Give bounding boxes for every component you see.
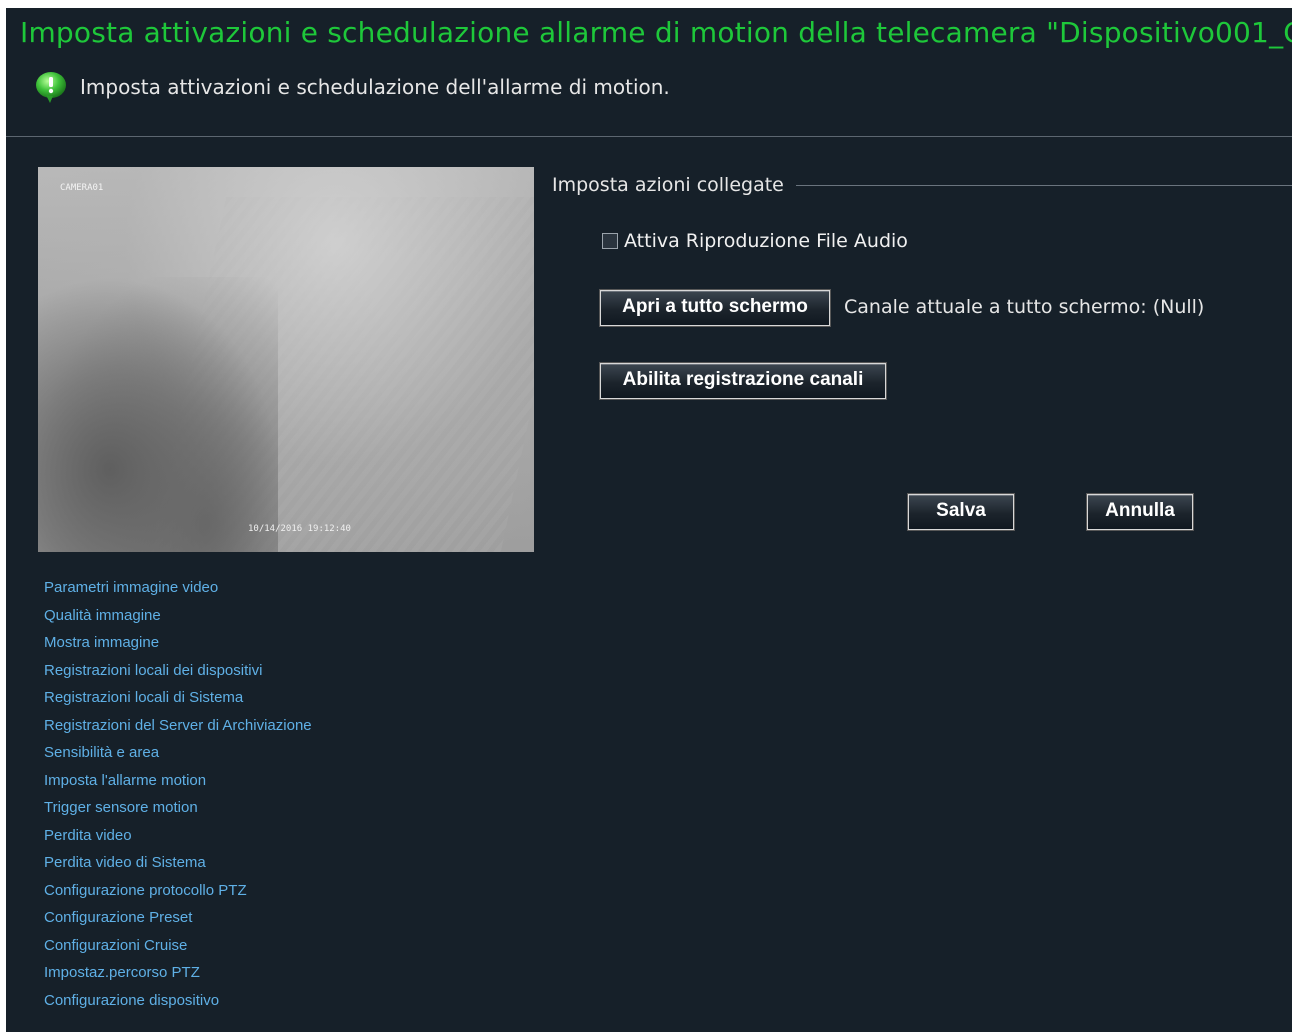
open-fullscreen-button[interactable]: Apri a tutto schermo — [599, 289, 831, 327]
menu-item-video-params[interactable]: Parametri immagine video — [44, 578, 312, 606]
camera-preview: CAMERA01 10/14/2016 19:12:40 — [38, 167, 534, 552]
menu-item-video-loss[interactable]: Perdita video — [44, 826, 312, 854]
save-button[interactable]: Salva — [907, 493, 1015, 531]
preview-timestamp: 10/14/2016 19:12:40 — [248, 524, 351, 534]
window-title: Imposta attivazioni e schedulazione alla… — [20, 16, 1292, 49]
fullscreen-status: Canale attuale a tutto schermo: (Null) — [844, 296, 1205, 318]
menu-item-system-local-recordings[interactable]: Registrazioni locali di Sistema — [44, 688, 312, 716]
menu-item-sensitivity-area[interactable]: Sensibilità e area — [44, 743, 312, 771]
preview-camera-label: CAMERA01 — [60, 183, 104, 193]
audio-checkbox-row[interactable]: Attiva Riproduzione File Audio — [602, 230, 908, 252]
info-bubble-icon — [34, 70, 68, 104]
menu-item-preset-config[interactable]: Configurazione Preset — [44, 908, 312, 936]
menu-item-storage-server-recordings[interactable]: Registrazioni del Server di Archiviazion… — [44, 716, 312, 744]
menu-item-motion-alarm[interactable]: Imposta l'allarme motion — [44, 771, 312, 799]
window-subtitle: Imposta attivazioni e schedulazione dell… — [80, 75, 670, 99]
linked-actions-group: Imposta azioni collegate — [552, 174, 1292, 196]
menu-item-device-local-recordings[interactable]: Registrazioni locali dei dispositivi — [44, 661, 312, 689]
menu-item-cruise-config[interactable]: Configurazioni Cruise — [44, 936, 312, 964]
subtitle-row: Imposta attivazioni e schedulazione dell… — [34, 70, 670, 104]
audio-checkbox-label[interactable]: Attiva Riproduzione File Audio — [624, 230, 908, 252]
preview-bush — [38, 277, 278, 552]
menu-item-show-image[interactable]: Mostra immagine — [44, 633, 312, 661]
menu-item-image-quality[interactable]: Qualità immagine — [44, 606, 312, 634]
menu-item-ptz-protocol[interactable]: Configurazione protocollo PTZ — [44, 881, 312, 909]
menu-item-system-video-loss[interactable]: Perdita video di Sistema — [44, 853, 312, 881]
group-divider — [795, 184, 1292, 186]
audio-checkbox[interactable] — [602, 233, 618, 249]
menu-item-motion-sensor-trigger[interactable]: Trigger sensore motion — [44, 798, 312, 826]
header-divider — [6, 136, 1292, 137]
enable-channel-recording-button[interactable]: Abilita registrazione canali — [599, 362, 887, 400]
menu-item-device-config[interactable]: Configurazione dispositivo — [44, 991, 312, 1019]
linked-actions-title: Imposta azioni collegate — [552, 174, 784, 196]
cancel-button[interactable]: Annulla — [1086, 493, 1194, 531]
motion-alarm-window: Imposta attivazioni e schedulazione alla… — [6, 8, 1292, 1032]
menu-item-ptz-path[interactable]: Impostaz.percorso PTZ — [44, 963, 312, 991]
settings-menu: Parametri immagine video Qualità immagin… — [44, 578, 312, 1018]
